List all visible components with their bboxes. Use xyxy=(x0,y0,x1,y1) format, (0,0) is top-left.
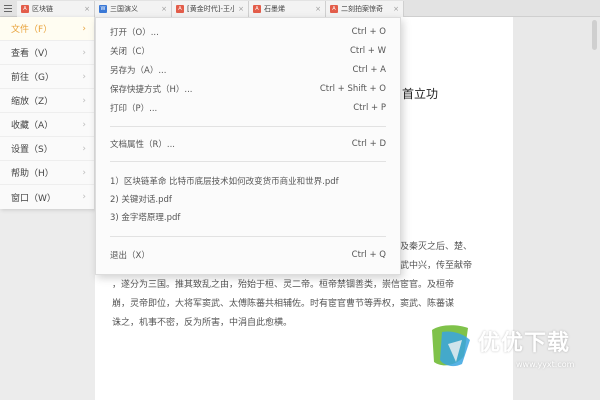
menu-item-label: 退出（X） xyxy=(110,251,150,261)
menu-item-recent-file[interactable]: 1）区块链革命 比特币底层技术如何改变货币商业和世界.pdf xyxy=(110,174,386,188)
word-icon: W xyxy=(99,5,107,13)
chevron-right-icon: › xyxy=(82,143,86,154)
pdf-icon: A xyxy=(176,5,184,13)
chevron-right-icon: › xyxy=(82,192,86,202)
recent-file-label: 2) 关键对话.pdf xyxy=(110,195,172,205)
document-line: ，遂分为三国。推其致乱之由，殆始于桓、灵二帝。桓帝禁锢善类，崇信宦官。及桓帝 xyxy=(112,280,455,290)
pdf-icon: A xyxy=(253,5,261,13)
tab-document[interactable]: W 三国演义 × xyxy=(95,1,172,17)
document-line: 崩，灵帝即位，大将军窦武、太傅陈蕃共相辅佐。时有宦官曹节等弄权，窦武、陈蕃谋 xyxy=(112,299,455,309)
menu-item-label: 关闭（C） xyxy=(110,47,150,57)
shortcut-label: Ctrl + P xyxy=(353,103,386,113)
tab-bar: A 区块链 × W 三国演义 × A [黄金时代]-王小波 × A 石墨烯 × … xyxy=(0,0,600,17)
brand-logo-icon xyxy=(432,325,470,367)
shortcut-label: Ctrl + W xyxy=(349,46,386,56)
menu-item-label: 缩放（Z） xyxy=(11,97,54,107)
tab-document[interactable]: A [黄金时代]-王小波 × xyxy=(172,1,249,17)
menu-item-help[interactable]: 帮助（H） › xyxy=(0,161,94,185)
close-icon[interactable]: × xyxy=(161,5,167,13)
menu-item-save-as[interactable]: 另存为（A）... Ctrl + A xyxy=(110,63,386,77)
shortcut-label: Ctrl + D xyxy=(351,139,386,149)
menu-item-favorites[interactable]: 收藏（A） › xyxy=(0,113,94,137)
tab-document[interactable]: A 区块链 × xyxy=(17,1,95,17)
shortcut-label: Ctrl + Q xyxy=(351,250,386,260)
tab-document[interactable]: A 石墨烯 × xyxy=(249,1,326,17)
hamburger-line xyxy=(4,8,12,9)
tab-label: 三国演义 xyxy=(110,5,138,13)
menu-item-save-shortcut[interactable]: 保存快捷方式（H）... Ctrl + Shift + O xyxy=(110,82,386,96)
watermark-url: www.yyxt.com xyxy=(516,360,575,369)
menu-item-view[interactable]: 查看（V） › xyxy=(0,41,94,65)
menu-item-label: 窗口（W） xyxy=(11,193,56,204)
document-heading: 首立功 xyxy=(402,87,439,101)
tab-label: 石墨烯 xyxy=(264,5,285,13)
close-icon[interactable]: × xyxy=(393,5,399,13)
tab-label: 区块链 xyxy=(32,5,53,13)
menu-item-label: 帮助（H） xyxy=(11,169,54,179)
menu-item-label: 文档属性（R）... xyxy=(110,140,176,150)
main-menu: 文件（F） › 查看（V） › 前往（G） › 缩放（Z） › 收藏（A） › … xyxy=(0,17,95,209)
menu-item-label: 收藏（A） xyxy=(11,121,54,131)
tab-label: [黄金时代]-王小波 xyxy=(187,5,236,13)
chevron-right-icon: › xyxy=(82,95,86,106)
shortcut-label: Ctrl + O xyxy=(351,27,386,37)
pdf-icon: A xyxy=(21,5,29,13)
menu-item-label: 设置（S） xyxy=(11,145,53,155)
chevron-right-icon: › xyxy=(82,71,86,82)
watermark: 优优下载 www.yyxt.com xyxy=(428,322,596,392)
menu-separator xyxy=(110,161,386,162)
menu-separator xyxy=(110,126,386,127)
menu-item-properties[interactable]: 文档属性（R）... Ctrl + D xyxy=(110,137,386,151)
menu-item-label: 前往（G） xyxy=(11,73,54,83)
menu-item-settings[interactable]: 设置（S） › xyxy=(0,137,94,161)
shortcut-label: Ctrl + A xyxy=(352,65,386,75)
menu-item-close[interactable]: 关闭（C） Ctrl + W xyxy=(110,44,386,58)
menu-item-label: 文件（F） xyxy=(11,25,53,35)
watermark-brand: 优优下载 xyxy=(478,331,571,356)
menu-item-go[interactable]: 前往（G） › xyxy=(0,65,94,89)
close-icon[interactable]: × xyxy=(315,5,321,13)
hamburger-line xyxy=(4,5,12,6)
close-icon[interactable]: × xyxy=(238,5,244,13)
menu-item-label: 打印（P）... xyxy=(110,104,158,114)
menu-item-recent-file[interactable]: 3) 金字塔原理.pdf xyxy=(110,210,386,224)
document-line: 武中兴，传至献帝 xyxy=(400,261,473,271)
menu-item-file[interactable]: 文件（F） › xyxy=(0,17,94,41)
file-submenu: 打开（O）... Ctrl + O 关闭（C） Ctrl + W 另存为（A）.… xyxy=(95,17,401,275)
document-line: 诛之，机事不密，反为所害，中涓自此愈横。 xyxy=(112,318,293,328)
chevron-right-icon: › xyxy=(82,47,86,58)
chevron-right-icon: › xyxy=(82,23,86,34)
menu-item-zoom[interactable]: 缩放（Z） › xyxy=(0,89,94,113)
menu-separator xyxy=(110,236,386,237)
tab-label: 二刻拍案惊奇 xyxy=(341,5,383,13)
menu-item-label: 打开（O）... xyxy=(110,28,159,38)
chevron-right-icon: › xyxy=(82,119,86,130)
document-line: 及秦灭之后、楚、 xyxy=(400,242,473,252)
menu-item-label: 另存为（A）... xyxy=(110,66,167,76)
shortcut-label: Ctrl + Shift + O xyxy=(319,84,386,94)
recent-file-label: 1）区块链革命 比特币底层技术如何改变货币商业和世界.pdf xyxy=(110,177,339,187)
menu-item-window[interactable]: 窗口（W） › xyxy=(0,185,94,209)
close-icon[interactable]: × xyxy=(84,5,90,13)
menu-item-label: 查看（V） xyxy=(11,49,54,59)
menu-item-print[interactable]: 打印（P）... Ctrl + P xyxy=(110,101,386,115)
left-gutter xyxy=(0,209,95,400)
scrollbar[interactable] xyxy=(592,20,597,50)
recent-file-label: 3) 金字塔原理.pdf xyxy=(110,213,181,223)
menu-item-label: 保存快捷方式（H）... xyxy=(110,85,193,95)
menu-item-recent-file[interactable]: 2) 关键对话.pdf xyxy=(110,192,386,206)
hamburger-line xyxy=(4,11,12,12)
chevron-right-icon: › xyxy=(82,167,86,178)
menu-toggle-button[interactable] xyxy=(0,0,16,17)
menu-item-exit[interactable]: 退出（X） Ctrl + Q xyxy=(110,248,386,262)
menu-item-open[interactable]: 打开（O）... Ctrl + O xyxy=(110,25,386,39)
tab-document[interactable]: A 二刻拍案惊奇 × xyxy=(326,1,404,17)
pdf-icon: A xyxy=(330,5,338,13)
